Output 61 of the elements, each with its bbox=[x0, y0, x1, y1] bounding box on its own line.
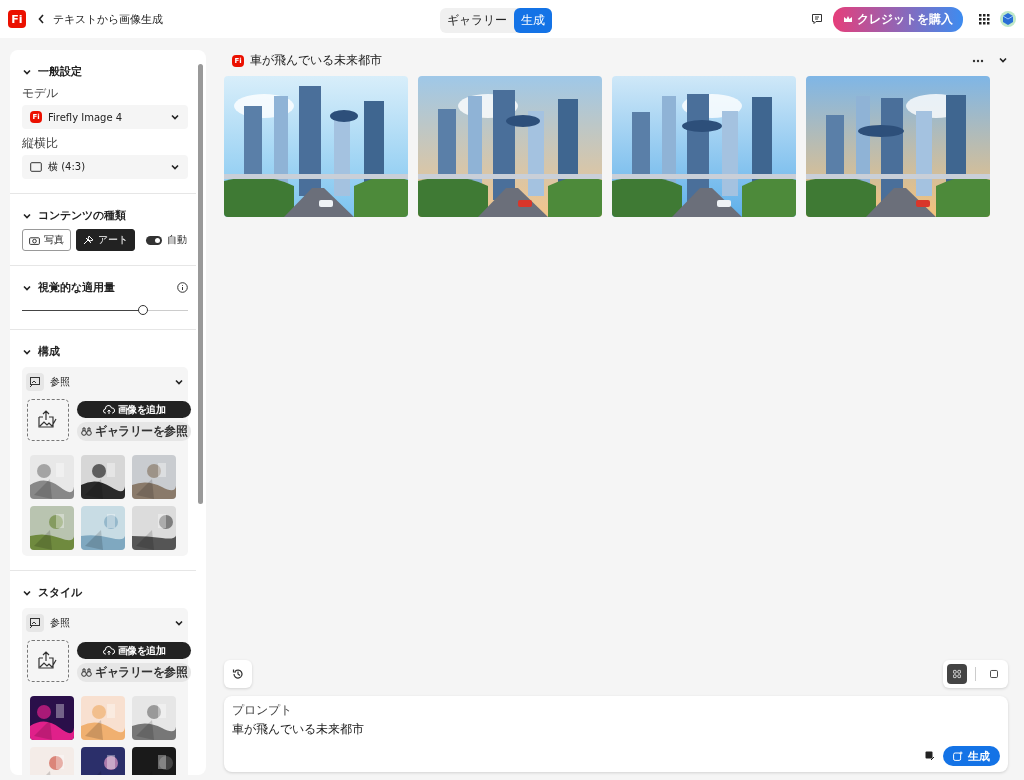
square-icon bbox=[990, 669, 998, 679]
history-icon bbox=[232, 668, 244, 680]
browse-gallery-button[interactable]: ギャラリーを参照 bbox=[77, 422, 191, 441]
more-icon[interactable] bbox=[972, 58, 984, 63]
camera-icon bbox=[29, 235, 40, 245]
generate-icon bbox=[953, 751, 963, 761]
mode-tab[interactable]: 生成 bbox=[514, 8, 552, 33]
section-title[interactable]: コンテンツの種類 bbox=[38, 208, 126, 223]
generate-button[interactable]: 生成 bbox=[943, 746, 1000, 766]
crown-icon bbox=[843, 15, 853, 23]
back-icon[interactable] bbox=[38, 14, 45, 24]
apps-grid-icon[interactable] bbox=[979, 13, 990, 25]
aspect-ratio-value: 横 (4:3) bbox=[48, 160, 86, 174]
binoculars-icon bbox=[81, 427, 92, 436]
history-button[interactable] bbox=[224, 660, 252, 688]
field-label: モデル bbox=[22, 85, 59, 102]
photo-option[interactable]: 写真 bbox=[22, 229, 71, 251]
toggle-label: 自動 bbox=[167, 233, 187, 247]
intensity-slider[interactable] bbox=[22, 305, 188, 315]
add-image-button[interactable]: 画像を追加 bbox=[77, 642, 191, 659]
feedback-icon[interactable] bbox=[811, 13, 823, 25]
prompt-field[interactable]: プロンプト 車が飛んでいる未来都市 生成 bbox=[224, 696, 1008, 772]
upload-icon bbox=[102, 404, 115, 415]
model-name: Firefly Image 4 bbox=[48, 111, 123, 123]
app-logo[interactable]: Fi bbox=[8, 10, 26, 28]
reference-dropdown[interactable]: 参照 bbox=[50, 375, 70, 389]
section-title[interactable]: スタイル bbox=[38, 585, 82, 600]
image-drop-zone[interactable] bbox=[27, 640, 69, 682]
reference-dropdown[interactable]: 参照 bbox=[50, 616, 70, 630]
grid-icon bbox=[953, 669, 961, 679]
upload-icon bbox=[102, 645, 115, 656]
field-label: 縦横比 bbox=[22, 135, 59, 152]
grid-view-button[interactable] bbox=[947, 664, 967, 684]
scrollbar[interactable] bbox=[198, 64, 203, 504]
result-title: 車が飛んでいる未来都市 bbox=[250, 52, 382, 69]
avatar-icon[interactable] bbox=[1000, 11, 1016, 27]
slider-thumb[interactable] bbox=[138, 305, 149, 315]
image-reference-icon bbox=[26, 614, 44, 632]
browse-gallery-button[interactable]: ギャラリーを参照 bbox=[77, 663, 191, 682]
image-settings-icon[interactable] bbox=[925, 751, 935, 761]
rectangle-icon bbox=[30, 162, 42, 172]
mode-tab[interactable]: ギャラリー bbox=[440, 8, 514, 33]
chevron-icon bbox=[174, 618, 184, 628]
section-title[interactable]: 視覚的な適用量 bbox=[38, 280, 115, 295]
add-image-button[interactable]: 画像を追加 bbox=[77, 401, 191, 418]
image-reference-icon bbox=[26, 373, 44, 391]
section-title[interactable]: 構成 bbox=[38, 344, 60, 359]
field-label: プロンプト bbox=[232, 702, 293, 719]
auto-toggle[interactable] bbox=[146, 235, 162, 245]
image-drop-zone[interactable] bbox=[27, 399, 69, 441]
chevron-icon bbox=[170, 162, 180, 172]
buy-credits-button[interactable]: クレジットを購入 bbox=[833, 6, 963, 32]
info-icon[interactable] bbox=[177, 282, 188, 293]
section-title[interactable]: 一般設定 bbox=[38, 64, 82, 79]
aspect-ratio-dropdown[interactable]: 横 (4:3) bbox=[22, 155, 188, 179]
page-title: テキストから画像生成 bbox=[53, 11, 163, 27]
chevron-icon bbox=[174, 377, 184, 387]
art-option[interactable]: アート bbox=[76, 229, 135, 251]
chevron-icon bbox=[170, 112, 180, 122]
brush-icon bbox=[83, 235, 94, 245]
binoculars-icon bbox=[81, 668, 92, 677]
